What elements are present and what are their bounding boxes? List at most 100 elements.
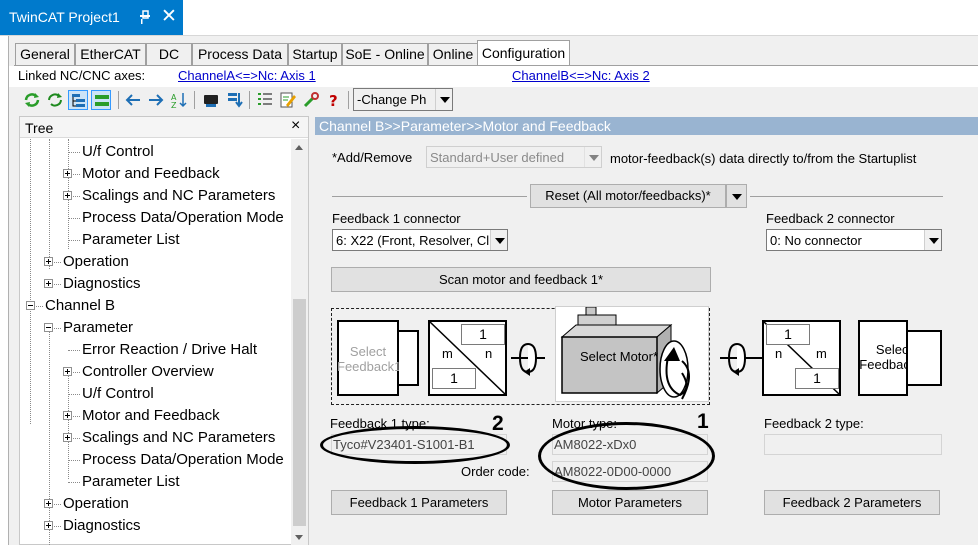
tree-item[interactable]: Controller Overview: [82, 361, 214, 383]
feedback1-parameters-button[interactable]: Feedback 1 Parameters: [331, 490, 507, 515]
tree-item[interactable]: Motor and Feedback: [82, 163, 220, 185]
tab-configuration[interactable]: Configuration: [477, 40, 570, 66]
chevron-down-icon[interactable]: [490, 230, 507, 250]
select-motor-box[interactable]: Select Motor*: [555, 306, 709, 402]
ratio2-m-input[interactable]: 1: [795, 368, 839, 389]
help-icon[interactable]: ?: [324, 90, 344, 110]
collapse-icon[interactable]: [26, 301, 35, 310]
tree-close-icon[interactable]: ×: [291, 117, 300, 135]
expand-icon[interactable]: [63, 367, 72, 376]
select-feedback1-box[interactable]: Select Feedback1*: [337, 320, 407, 396]
checklist-icon[interactable]: [255, 90, 275, 110]
scan-motor-feedback-button[interactable]: Scan motor and feedback 1*: [331, 267, 711, 292]
add-remove-value: Standard+User defined: [430, 150, 565, 165]
tab-ethercat[interactable]: EtherCAT: [75, 43, 146, 65]
ratio1-n-input[interactable]: 1: [461, 324, 505, 345]
linked-axes-label: Linked NC/CNC axes:: [18, 68, 146, 83]
refresh-green-icon[interactable]: [22, 90, 42, 110]
tab-process-data[interactable]: Process Data: [192, 43, 288, 65]
tree-item[interactable]: Process Data/Operation Mode: [82, 449, 284, 471]
arrow-right-icon[interactable]: [146, 90, 166, 110]
tree-header: Tree ×: [20, 117, 308, 138]
ratio2-n-label: n: [775, 346, 783, 361]
ratio1-m-input[interactable]: 1: [432, 368, 476, 389]
document-tab[interactable]: TwinCAT Project1 ✕: [0, 0, 183, 35]
tree-item[interactable]: Scalings and NC Parameters: [82, 427, 275, 449]
tab-online[interactable]: Online: [428, 43, 478, 65]
tree-item[interactable]: Parameter List: [82, 229, 180, 251]
download-icon[interactable]: [224, 90, 244, 110]
tree-item[interactable]: Motor and Feedback: [82, 405, 220, 427]
document-tab-title: TwinCAT Project1: [9, 9, 120, 25]
annotation-ellipse-motor: [538, 422, 715, 490]
tree-connector: [68, 350, 80, 351]
sort-az-icon[interactable]: AZ: [169, 90, 189, 110]
select-feedback1-label: Select Feedback1*: [337, 344, 407, 374]
ratio2-n-input[interactable]: 1: [766, 324, 810, 345]
expand-icon[interactable]: [44, 279, 53, 288]
scroll-down-icon[interactable]: [295, 535, 303, 540]
expand-icon[interactable]: [44, 499, 53, 508]
feedback2-type-field[interactable]: [764, 434, 942, 455]
feedback2-connector-label: Feedback 2 connector: [766, 211, 895, 226]
channel-a-link[interactable]: ChannelA<=>Nc: Axis 1: [178, 68, 316, 83]
scroll-up-icon[interactable]: [295, 145, 303, 150]
tools-icon[interactable]: [301, 90, 321, 110]
tab-general[interactable]: General: [15, 43, 75, 65]
feedback2-parameters-button[interactable]: Feedback 2 Parameters: [764, 490, 940, 515]
list-view-icon[interactable]: [91, 90, 111, 110]
coupling2-icon: [720, 343, 764, 376]
add-remove-combo[interactable]: Standard+User defined: [426, 146, 602, 168]
tree-connector: [68, 218, 80, 219]
expand-icon[interactable]: [44, 521, 53, 530]
tree-item[interactable]: Diagnostics: [63, 273, 141, 295]
select-motor-label: Select Motor*: [580, 349, 659, 364]
chevron-down-icon[interactable]: [584, 147, 601, 167]
feedback1-connector-label: Feedback 1 connector: [332, 211, 461, 226]
tree-item[interactable]: Channel B: [45, 295, 115, 317]
order-code-label: Order code:: [461, 464, 530, 479]
refresh-icon[interactable]: [45, 90, 65, 110]
tree-item[interactable]: Parameter: [63, 317, 133, 339]
feedback1-connector-combo[interactable]: 6: X22 (Front, Resolver, Cl: [332, 229, 508, 251]
channel-b-link[interactable]: ChannelB<=>Nc: Axis 2: [512, 68, 650, 83]
chevron-down-icon[interactable]: [435, 89, 452, 110]
expand-icon[interactable]: [63, 411, 72, 420]
tree-item[interactable]: Process Data/Operation Mode: [82, 207, 284, 229]
expand-icon[interactable]: [44, 257, 53, 266]
tree-item[interactable]: Operation: [63, 493, 129, 515]
expand-icon[interactable]: [63, 169, 72, 178]
tab-soe-online[interactable]: SoE - Online: [342, 43, 428, 65]
tree-item[interactable]: Parameter List: [82, 471, 180, 493]
pin-icon[interactable]: [138, 8, 152, 26]
tree-item[interactable]: U/f Control: [82, 383, 154, 405]
collapse-icon[interactable]: [44, 323, 53, 332]
toolbar: AZ ? -Change Ph: [15, 87, 978, 113]
tree-item[interactable]: Error Reaction / Drive Halt: [82, 339, 257, 361]
tree-scrollbar[interactable]: [291, 139, 308, 545]
tab-startup[interactable]: Startup: [288, 43, 342, 65]
select-feedback2-box[interactable]: Select Feedback2*: [858, 320, 929, 396]
tree-item[interactable]: Diagnostics: [63, 515, 141, 537]
chevron-down-icon: [732, 194, 742, 200]
change-phase-combo[interactable]: -Change Ph: [353, 88, 453, 111]
tree-view-icon[interactable]: [68, 90, 88, 110]
motor-parameters-button[interactable]: Motor Parameters: [552, 490, 708, 515]
tree-scroll-thumb[interactable]: [293, 299, 306, 526]
tree-item[interactable]: Scalings and NC Parameters: [82, 185, 275, 207]
reset-dropdown-button[interactable]: [726, 184, 747, 208]
edit-icon[interactable]: [278, 90, 298, 110]
feedback2-stub: [908, 330, 942, 386]
close-icon[interactable]: ✕: [160, 6, 178, 28]
svg-text:?: ?: [329, 92, 338, 110]
tree-item[interactable]: Operation: [63, 251, 129, 273]
tab-dc[interactable]: DC: [146, 43, 192, 65]
arrow-left-icon[interactable]: [123, 90, 143, 110]
device-icon[interactable]: [201, 90, 221, 110]
expand-icon[interactable]: [63, 433, 72, 442]
reset-button[interactable]: Reset (All motor/feedbacks)*: [530, 184, 726, 208]
tree-item[interactable]: U/f Control: [82, 141, 154, 163]
expand-icon[interactable]: [63, 191, 72, 200]
feedback2-connector-combo[interactable]: 0: No connector: [766, 229, 942, 251]
chevron-down-icon[interactable]: [924, 230, 941, 250]
